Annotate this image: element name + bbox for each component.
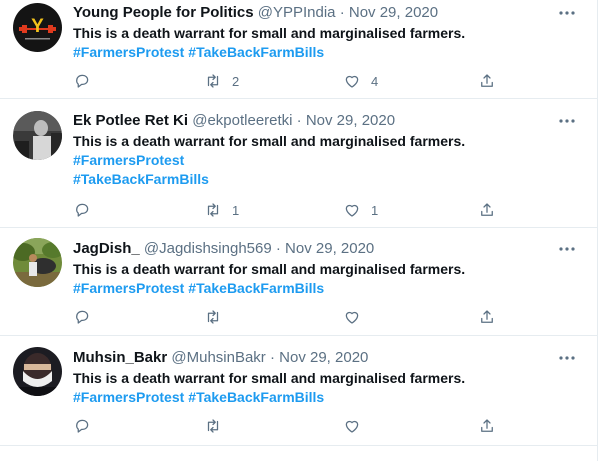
like-count: 4	[371, 73, 379, 89]
tweet-actions	[73, 416, 503, 436]
retweet-icon	[207, 310, 219, 324]
retweet-button[interactable]: 1	[204, 200, 239, 220]
share-icon	[481, 74, 493, 87]
share-icon	[481, 419, 493, 432]
author-handle[interactable]: @Jagdishsingh569	[144, 240, 272, 257]
tweet-date[interactable]: Nov 29, 2020	[349, 4, 438, 21]
share-button[interactable]	[478, 200, 496, 220]
reply-icon	[76, 419, 89, 433]
ypp-logo-letter: Y	[31, 16, 44, 37]
tweet-header: Muhsin_Bakr @MuhsinBakr · Nov 29, 2020	[73, 349, 368, 367]
like-button[interactable]	[343, 307, 371, 327]
like-button[interactable]: 1	[343, 200, 378, 220]
ypp-logo-icon: Y	[13, 3, 62, 52]
more-icon[interactable]	[558, 349, 576, 367]
hashtags: #FarmersProtest #TakeBackFarmBills	[73, 388, 328, 407]
reply-icon	[76, 74, 89, 88]
hashtag-link[interactable]: #TakeBackFarmBills	[73, 170, 209, 189]
share-button[interactable]	[478, 71, 496, 91]
tweet-header: JagDish_ @Jagdishsingh569 · Nov 29, 2020	[73, 240, 374, 258]
hashtags: #FarmersProtest #TakeBackFarmBills	[73, 151, 209, 189]
separator-dot: ·	[269, 349, 275, 366]
retweet-icon	[207, 203, 219, 217]
retweet-icon	[207, 74, 219, 88]
avatar[interactable]	[13, 111, 62, 160]
heart-icon	[345, 420, 359, 433]
author-name[interactable]: JagDish_	[73, 240, 140, 257]
reply-icon	[76, 310, 89, 324]
hashtag-link[interactable]: #TakeBackFarmBills	[188, 44, 324, 60]
profile-photo-icon	[13, 238, 62, 287]
like-button[interactable]	[343, 416, 371, 436]
share-button[interactable]	[478, 416, 496, 436]
tweet-text: This is a death warrant for small and ma…	[73, 370, 466, 386]
retweet-button[interactable]	[204, 416, 232, 436]
tweet[interactable]: Ek Potlee Ret Ki @ekpotleeretki · Nov 29…	[0, 99, 597, 228]
author-handle[interactable]: @ekpotleeretki	[192, 112, 292, 129]
more-icon[interactable]	[558, 240, 576, 258]
tweet[interactable]: Y Young People for Politics @YPPIndia · …	[0, 0, 597, 99]
tweet-date[interactable]: Nov 29, 2020	[279, 349, 368, 366]
retweet-count: 1	[232, 202, 240, 218]
hashtag-link[interactable]: #FarmersProtest	[73, 151, 209, 170]
tweet-text: This is a death warrant for small and ma…	[73, 25, 466, 41]
heart-icon	[345, 311, 359, 324]
author-handle[interactable]: @YPPIndia	[258, 4, 336, 21]
separator-dot: ·	[339, 4, 345, 21]
tweet-text: This is a death warrant for small and ma…	[73, 261, 466, 277]
tweet[interactable]: JagDish_ @Jagdishsingh569 · Nov 29, 2020…	[0, 228, 597, 336]
retweet-button[interactable]	[204, 307, 232, 327]
more-icon[interactable]	[558, 4, 576, 22]
hashtags: #FarmersProtest #TakeBackFarmBills	[73, 279, 328, 298]
share-icon	[481, 310, 493, 323]
hashtag-link[interactable]: #FarmersProtest	[73, 389, 184, 405]
tweet-header: Young People for Politics @YPPIndia · No…	[73, 4, 438, 22]
author-name[interactable]: Ek Potlee Ret Ki	[73, 112, 188, 129]
avatar[interactable]	[13, 347, 62, 396]
more-icon[interactable]	[558, 112, 576, 130]
tweet-actions	[73, 307, 503, 327]
hashtag-link[interactable]: #FarmersProtest	[73, 44, 184, 60]
heart-icon	[345, 75, 359, 88]
reply-button[interactable]	[73, 200, 91, 220]
like-button[interactable]: 4	[343, 71, 378, 91]
tweet-feed: Y Young People for Politics @YPPIndia · …	[0, 0, 598, 461]
share-button[interactable]	[478, 307, 496, 327]
author-name[interactable]: Young People for Politics	[73, 4, 254, 21]
hashtags: #FarmersProtest #TakeBackFarmBills	[73, 43, 328, 62]
tweet-date[interactable]: Nov 29, 2020	[306, 112, 395, 129]
separator-dot: ·	[275, 240, 281, 257]
tweet-text: This is a death warrant for small and ma…	[73, 133, 466, 149]
author-handle[interactable]: @MuhsinBakr	[171, 349, 265, 366]
retweet-button[interactable]: 2	[204, 71, 239, 91]
hashtag-link[interactable]: #TakeBackFarmBills	[188, 280, 324, 296]
reply-button[interactable]	[73, 416, 91, 436]
tweet-actions: 1 1	[73, 200, 503, 220]
tweet-date[interactable]: Nov 29, 2020	[285, 240, 374, 257]
hashtag-link[interactable]: #FarmersProtest	[73, 280, 184, 296]
tweet-header: Ek Potlee Ret Ki @ekpotleeretki · Nov 29…	[73, 112, 395, 130]
tweet[interactable]: Muhsin_Bakr @MuhsinBakr · Nov 29, 2020 T…	[0, 336, 597, 446]
heart-icon	[345, 204, 359, 217]
separator-dot: ·	[296, 112, 302, 129]
profile-photo-icon	[13, 111, 62, 160]
author-name[interactable]: Muhsin_Bakr	[73, 349, 167, 366]
hashtag-link[interactable]: #TakeBackFarmBills	[188, 389, 324, 405]
avatar[interactable]	[13, 238, 62, 287]
reply-button[interactable]	[73, 71, 91, 91]
profile-photo-icon	[13, 347, 62, 396]
share-icon	[481, 203, 493, 216]
tweet-actions: 2 4	[73, 71, 503, 91]
retweet-icon	[207, 419, 219, 433]
reply-button[interactable]	[73, 307, 91, 327]
like-count: 1	[371, 202, 379, 218]
avatar[interactable]: Y	[13, 3, 62, 52]
reply-icon	[76, 203, 89, 217]
retweet-count: 2	[232, 73, 240, 89]
